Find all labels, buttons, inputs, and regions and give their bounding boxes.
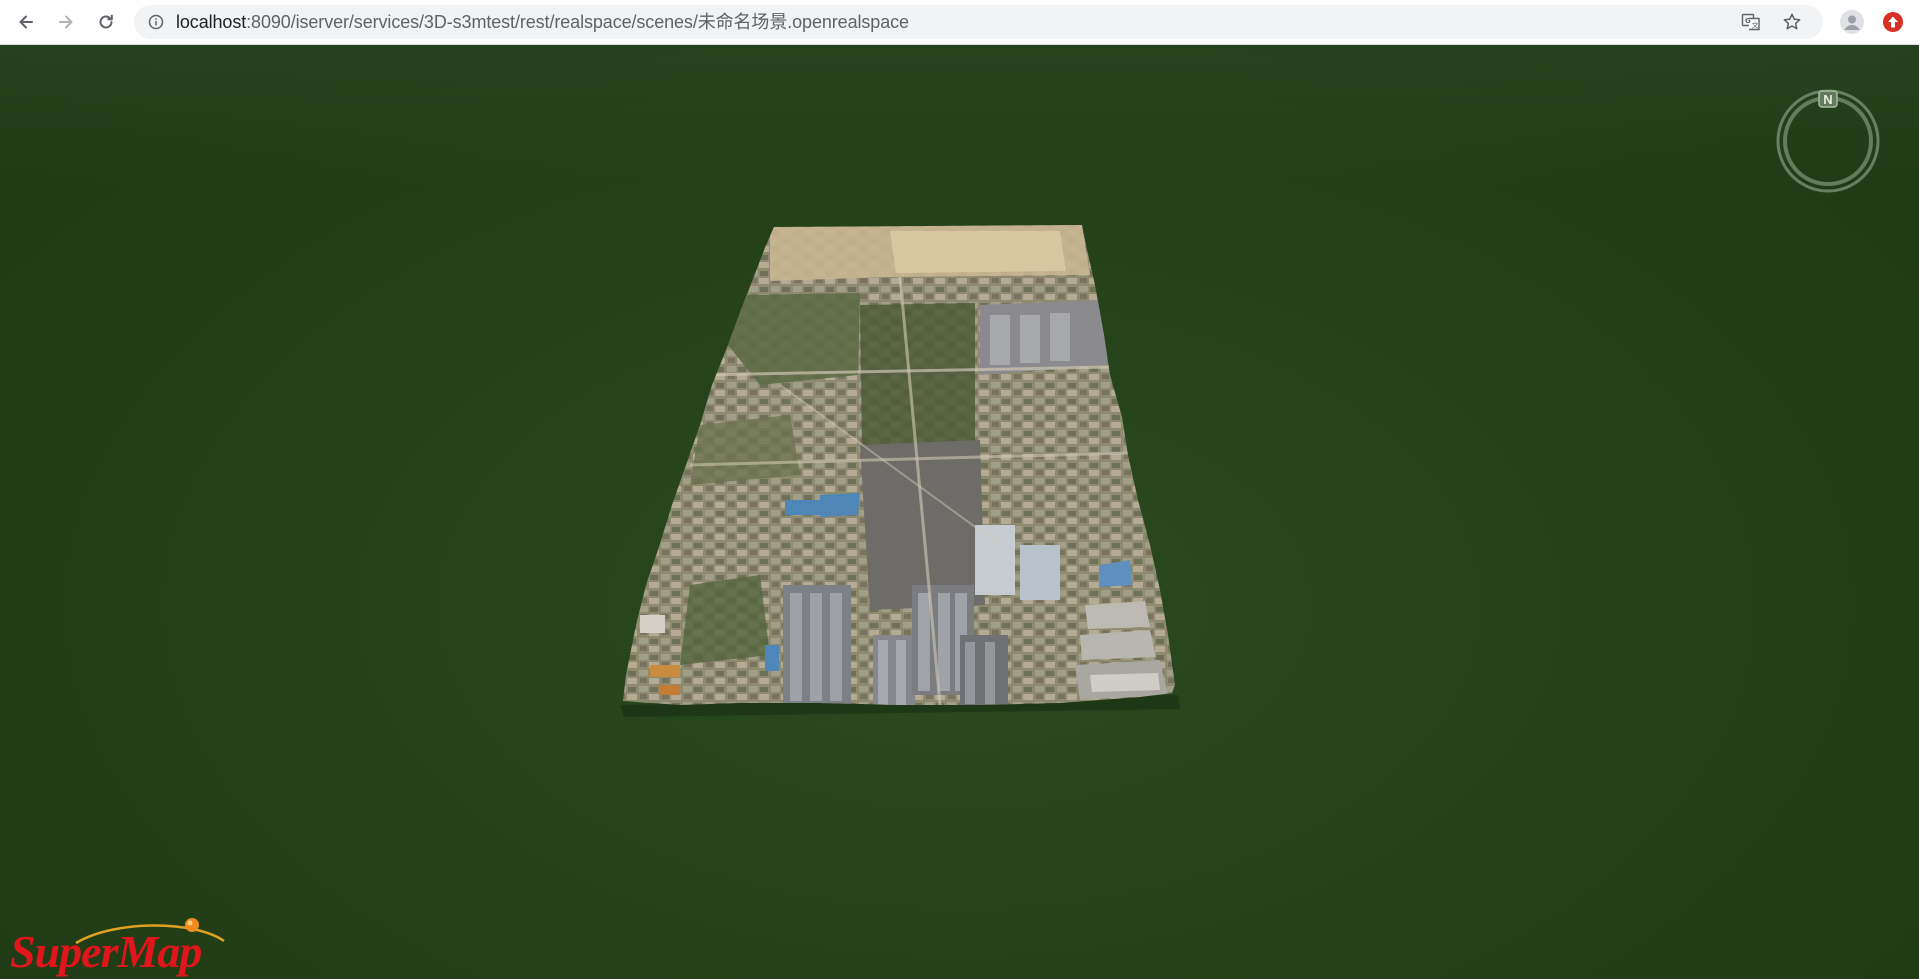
supermap-logo: SuperMap — [6, 913, 236, 979]
url-host: localhost — [176, 12, 247, 32]
update-button[interactable] — [1881, 10, 1905, 34]
url-path: :8090/iserver/services/3D-s3mtest/rest/r… — [246, 12, 909, 32]
compass-inner-ring — [1783, 96, 1873, 186]
url-text[interactable]: localhost:8090/iserver/services/3D-s3mte… — [176, 5, 909, 39]
compass-north-label: N — [1823, 92, 1832, 107]
svg-text:G: G — [1745, 17, 1751, 25]
info-icon[interactable] — [148, 14, 164, 30]
translate-icon: G 文 — [1741, 13, 1760, 31]
star-icon — [1783, 13, 1801, 30]
reload-icon — [99, 14, 113, 29]
terrain-surface — [623, 225, 1175, 705]
oblique-photography-model[interactable] — [0, 45, 1919, 979]
logo-text: SuperMap — [10, 926, 202, 977]
account-icon — [1844, 15, 1860, 30]
update-available-icon — [1883, 12, 1903, 32]
bookmark-button[interactable] — [1782, 12, 1802, 32]
arrow-right-icon — [59, 15, 73, 29]
browser-toolbar: localhost:8090/iserver/services/3D-s3mte… — [0, 0, 1919, 45]
translate-button[interactable]: G 文 — [1741, 12, 1761, 32]
forward-button[interactable] — [52, 8, 80, 36]
arrow-left-icon — [19, 15, 33, 29]
svg-text:文: 文 — [1752, 21, 1759, 30]
3d-scene-viewport[interactable]: N SuperMap — [0, 45, 1919, 979]
back-button[interactable] — [12, 8, 40, 36]
profile-button[interactable] — [1840, 10, 1864, 34]
address-bar[interactable]: localhost:8090/iserver/services/3D-s3mte… — [134, 5, 1823, 39]
compass-control[interactable]: N — [1773, 83, 1883, 193]
reload-button[interactable] — [92, 8, 120, 36]
